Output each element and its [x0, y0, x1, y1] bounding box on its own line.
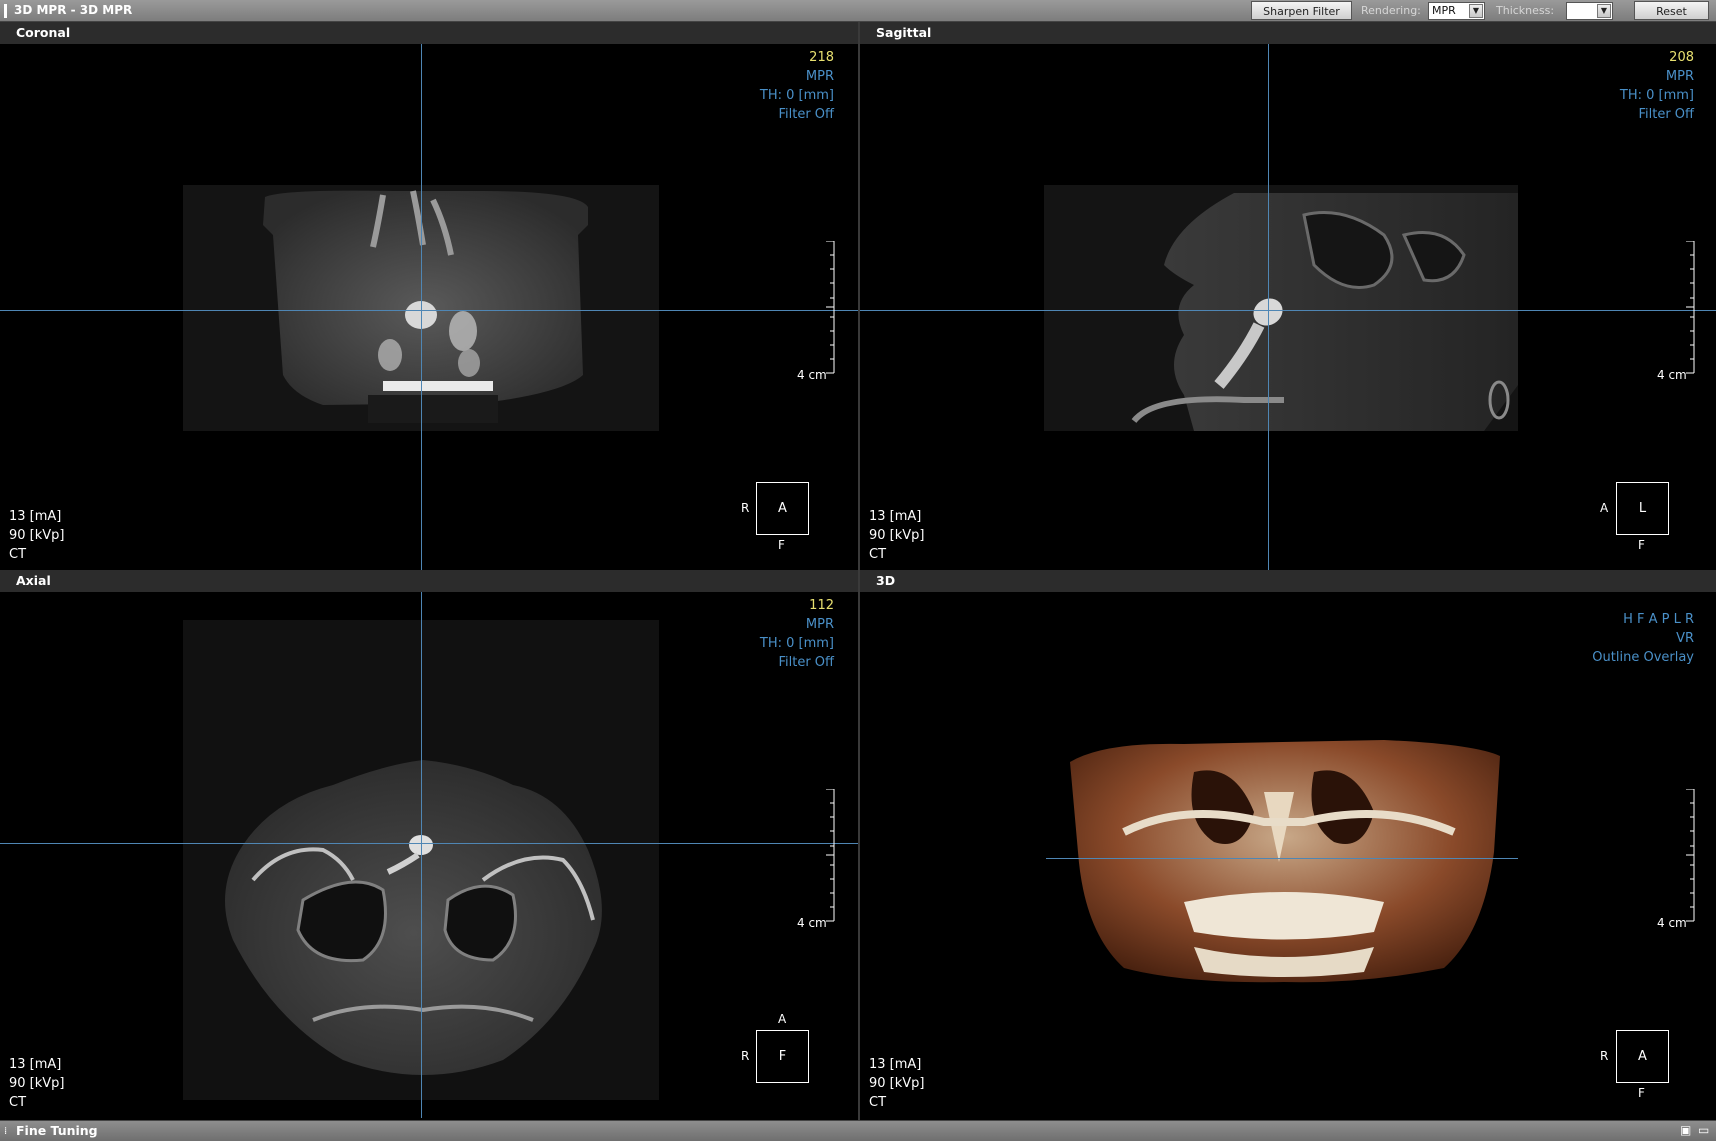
viewport-header: Sagittal — [860, 22, 1716, 44]
orientation-cube[interactable]: A — [1616, 1030, 1669, 1083]
scale-ruler — [1686, 789, 1695, 922]
thickness-info: TH: 0 [mm] — [1619, 88, 1694, 103]
tube-voltage: 90 [kVp] — [869, 528, 925, 543]
orientation-left-label: R — [741, 501, 750, 515]
crosshair-vertical[interactable] — [421, 592, 422, 1118]
viewport-header: 3D — [860, 570, 1716, 592]
render-mode: VR — [1676, 631, 1694, 646]
orientation-left-label: A — [1600, 501, 1609, 515]
overlay-info: 218 MPR TH: 0 [mm] Filter Off — [760, 48, 834, 124]
orientation-bottom-label: F — [778, 538, 785, 552]
orientation-top-label: A — [778, 1012, 787, 1026]
acquisition-info: 13 [mA] 90 [kVp] CT — [869, 507, 925, 564]
fine-tuning-panel-bar[interactable]: ⁞ Fine Tuning ▣ ▭ — [0, 1120, 1716, 1141]
scale-ruler — [826, 789, 835, 922]
crosshair-vertical[interactable] — [1268, 44, 1269, 570]
slice-number: 112 — [809, 598, 834, 613]
outline-overlay-line[interactable] — [1046, 858, 1518, 859]
viewport-header: Coronal — [0, 22, 858, 44]
volume-render-image — [1070, 740, 1500, 983]
viewport-title: 3D — [876, 573, 896, 588]
orientation-left-label: R — [1600, 1049, 1609, 1063]
filter-status: Filter Off — [1638, 107, 1694, 122]
crosshair-horizontal[interactable] — [0, 843, 858, 844]
modality: CT — [869, 547, 887, 562]
overlay-info: H F A P L R VR Outline Overlay — [1592, 610, 1694, 667]
slice-number: 208 — [1669, 50, 1694, 65]
window-title: 3D MPR - 3D MPR — [14, 3, 133, 17]
viewport-title: Axial — [16, 573, 51, 588]
outline-overlay-label: Outline Overlay — [1592, 650, 1694, 665]
sagittal-ct-image — [1044, 185, 1518, 431]
view-directions[interactable]: H F A P L R — [1592, 610, 1694, 629]
save-icon[interactable]: ▣ — [1680, 1124, 1693, 1137]
viewport-title: Coronal — [16, 25, 71, 40]
overlay-info: 208 MPR TH: 0 [mm] Filter Off — [1620, 48, 1694, 124]
crosshair-horizontal[interactable] — [0, 310, 858, 311]
reset-button[interactable]: Reset — [1634, 1, 1709, 20]
orientation-left-label: R — [741, 1049, 750, 1063]
grip-icon: ⁞ — [4, 1126, 8, 1137]
acquisition-info: 13 [mA] 90 [kVp] CT — [9, 1055, 65, 1112]
filter-status: Filter Off — [778, 655, 834, 670]
tube-voltage: 90 [kVp] — [9, 1076, 65, 1091]
viewport-axial[interactable]: Axial 112 MPR TH: 0 [mm] Filter Off 4 cm… — [0, 570, 858, 1118]
overlay-info: 112 MPR TH: 0 [mm] Filter Off — [760, 596, 834, 672]
scale-ruler — [826, 241, 835, 374]
thickness-info: TH: 0 [mm] — [759, 636, 834, 651]
crosshair-horizontal[interactable] — [860, 310, 1716, 311]
viewport-sagittal[interactable]: Sagittal 208 MPR TH: 0 [mm] Filter Off 4… — [860, 22, 1716, 570]
panel-title: Fine Tuning — [16, 1123, 98, 1138]
tube-voltage: 90 [kVp] — [869, 1076, 925, 1091]
viewport-coronal[interactable]: Coronal 218 MPR TH: 0 [mm] Filter Off 4 … — [0, 22, 858, 570]
render-mode: MPR — [805, 69, 834, 84]
viewport-3d[interactable]: 3D H F A P L R VR Outline Overlay 4 cm 1… — [860, 570, 1716, 1118]
acquisition-info: 13 [mA] 90 [kVp] CT — [9, 507, 65, 564]
ruler-label: 4 cm — [1657, 916, 1687, 930]
orientation-bottom-label: F — [1638, 538, 1645, 552]
rendering-value: MPR — [1432, 4, 1456, 17]
orientation-bottom-label: F — [1638, 1086, 1645, 1100]
folder-icon[interactable]: ▭ — [1698, 1124, 1711, 1137]
chevron-down-icon[interactable]: ▼ — [1597, 4, 1611, 18]
filter-status: Filter Off — [778, 107, 834, 122]
slice-number: 218 — [809, 50, 834, 65]
ruler-label: 4 cm — [797, 916, 827, 930]
thickness-label: Thickness: — [1496, 4, 1555, 17]
thickness-info: TH: 0 [mm] — [759, 88, 834, 103]
thickness-select[interactable]: ▼ — [1566, 2, 1613, 20]
tube-current: 13 [mA] — [869, 1057, 922, 1072]
acquisition-info: 13 [mA] 90 [kVp] CT — [869, 1055, 925, 1112]
scale-ruler — [1686, 241, 1695, 374]
orientation-cube[interactable]: L — [1616, 482, 1669, 535]
tube-current: 13 [mA] — [869, 509, 922, 524]
sharpen-filter-button[interactable]: Sharpen Filter — [1251, 1, 1352, 20]
render-mode: MPR — [1665, 69, 1694, 84]
modality: CT — [869, 1095, 887, 1110]
tube-current: 13 [mA] — [9, 509, 62, 524]
modality: CT — [9, 547, 27, 562]
viewport-title: Sagittal — [876, 25, 932, 40]
render-mode: MPR — [805, 617, 834, 632]
tube-current: 13 [mA] — [9, 1057, 62, 1072]
chevron-down-icon[interactable]: ▼ — [1469, 4, 1483, 18]
orientation-cube[interactable]: A — [756, 482, 809, 535]
viewport-header: Axial — [0, 570, 858, 592]
grip-icon — [4, 4, 7, 18]
tube-voltage: 90 [kVp] — [9, 528, 65, 543]
window-titlebar: 3D MPR - 3D MPR Sharpen Filter Rendering… — [0, 0, 1716, 22]
viewport-splitter[interactable] — [858, 22, 860, 1120]
ruler-label: 4 cm — [797, 368, 827, 382]
modality: CT — [9, 1095, 27, 1110]
ruler-label: 4 cm — [1657, 368, 1687, 382]
rendering-label: Rendering: — [1361, 4, 1421, 17]
orientation-cube[interactable]: F — [756, 1030, 809, 1083]
crosshair-vertical[interactable] — [421, 44, 422, 570]
rendering-select[interactable]: MPR ▼ — [1428, 2, 1485, 20]
